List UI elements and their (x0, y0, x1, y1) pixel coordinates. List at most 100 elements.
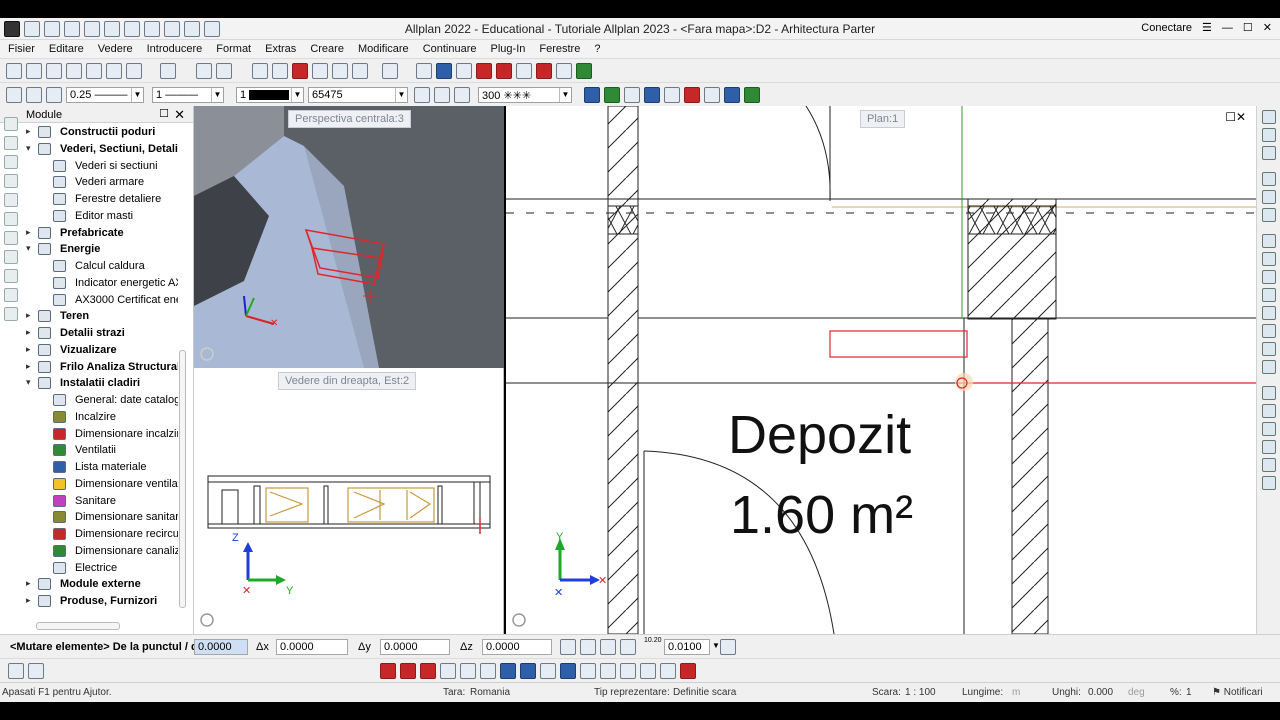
status-length-unit[interactable]: m (1012, 687, 1020, 698)
module-category[interactable]: ▸ Frilo Analiza Structurala (22, 359, 178, 376)
edit-tool-9-icon[interactable] (540, 663, 556, 679)
edit-tool-6-icon[interactable] (480, 663, 496, 679)
dz-input[interactable]: 0.0000 (482, 639, 552, 655)
right-tool-6-icon[interactable] (1262, 208, 1276, 222)
pen-tool-icon[interactable] (46, 87, 62, 103)
line-type-select[interactable]: 1 ——— ▼ (152, 87, 224, 103)
cancel-edit-icon[interactable] (680, 663, 696, 679)
right-tool-12-icon[interactable] (1262, 324, 1276, 338)
menu-plug-in[interactable]: Plug-In (483, 40, 532, 58)
right-tool-10-icon[interactable] (1262, 288, 1276, 302)
save-file-icon[interactable] (86, 63, 102, 79)
close-tool-icon[interactable] (744, 87, 760, 103)
snap-grid-icon[interactable] (580, 639, 596, 655)
side-tool-move-icon[interactable] (4, 212, 18, 226)
cube-icon[interactable] (352, 63, 368, 79)
module-item[interactable]: Dimensionare recircula (22, 526, 178, 543)
menu-vedere[interactable]: Vedere (90, 40, 139, 58)
dx-input[interactable]: 0.0000 (276, 639, 348, 655)
right-tool-17-icon[interactable] (1262, 422, 1276, 436)
side-tool-filter-icon[interactable] (4, 288, 18, 302)
module-item[interactable]: Dimensionare sanitare (22, 509, 178, 526)
module-item[interactable]: Dimensionare ventilati (22, 476, 178, 493)
collapsed-chevron-icon[interactable]: ▸ (26, 595, 31, 606)
expanded-chevron-icon[interactable]: ▾ (26, 143, 31, 154)
side-tool-grid-icon[interactable] (4, 250, 18, 264)
menu-introducere[interactable]: Introducere (139, 40, 209, 58)
collapsed-chevron-icon[interactable]: ▸ (26, 361, 31, 372)
right-tool-1-icon[interactable] (1262, 110, 1276, 124)
module-item[interactable]: Indicator energetic AX (22, 275, 178, 292)
drawing-files-icon[interactable] (26, 63, 42, 79)
print-icon[interactable] (84, 21, 100, 37)
window-icon[interactable] (476, 63, 492, 79)
module-item[interactable]: Ferestre detaliere (22, 191, 178, 208)
module-item[interactable]: Calcul caldura (22, 258, 178, 275)
cut-icon[interactable] (292, 63, 308, 79)
layers-icon[interactable] (1262, 234, 1276, 248)
opening-icon[interactable] (436, 63, 452, 79)
module-category[interactable]: ▾ Energie (22, 241, 178, 258)
right-tool-3-icon[interactable] (1262, 146, 1276, 160)
stair-icon[interactable] (536, 63, 552, 79)
edit-tool-8-icon[interactable] (520, 663, 536, 679)
module-category[interactable]: ▸ Module externe (22, 576, 178, 593)
right-elevation-viewport[interactable]: Vedere din dreapta, Est:2 Z Y ✕ (194, 368, 504, 634)
layer-select[interactable]: 65475 ▼ (308, 87, 408, 103)
expanded-chevron-icon[interactable]: ▾ (26, 377, 31, 388)
viewport-window-controls[interactable]: ☐✕ (1225, 110, 1246, 124)
edit-tool-10-icon[interactable] (560, 663, 576, 679)
notifications-button[interactable]: ⚑ Notificari (1212, 687, 1263, 698)
collapsed-chevron-icon[interactable]: ▸ (26, 578, 31, 589)
module-item[interactable]: Vederi armare (22, 174, 178, 191)
layer-lock-icon[interactable] (434, 87, 450, 103)
copy-icon[interactable] (272, 63, 288, 79)
module-category[interactable]: ▸ Vizualizare (22, 342, 178, 359)
right-tool-20-icon[interactable] (1262, 476, 1276, 490)
module-category[interactable]: ▸ Produse, Furnizori (22, 593, 178, 610)
roof-icon[interactable] (556, 63, 572, 79)
module-item[interactable]: General: date catalog, c (22, 392, 178, 409)
pen-thickness-select[interactable]: 0.25 ——— ▼ (66, 87, 144, 103)
account-button[interactable]: Conectare (1141, 22, 1192, 34)
layer-status-icon[interactable] (454, 87, 470, 103)
element-info-icon[interactable] (584, 87, 600, 103)
collapsed-chevron-icon[interactable]: ▸ (26, 344, 31, 355)
window-layout-icon[interactable] (184, 21, 200, 37)
modules-horizontal-scrollbar[interactable] (36, 622, 120, 630)
frame-icon[interactable] (724, 87, 740, 103)
dx-main-input[interactable]: 0.0000 (194, 639, 248, 655)
module-category[interactable]: ▸ Teren (22, 308, 178, 325)
snap-point-icon[interactable] (560, 639, 576, 655)
snap-line-icon[interactable] (620, 639, 636, 655)
maximize-button[interactable]: ☐ (1243, 21, 1253, 34)
right-tool-16-icon[interactable] (1262, 404, 1276, 418)
edit-tool-13-icon[interactable] (620, 663, 636, 679)
modules-tree-scrollbar-thumb[interactable] (179, 350, 186, 608)
refresh-icon[interactable] (144, 21, 160, 37)
menu-editare[interactable]: Editare (41, 40, 90, 58)
wall-icon[interactable] (416, 63, 432, 79)
undo-tool-icon[interactable] (196, 63, 212, 79)
side-tool-dim-icon[interactable] (4, 193, 18, 207)
module-item[interactable]: Sanitare (22, 493, 178, 510)
side-tool-text-icon[interactable] (4, 174, 18, 188)
format-pick-icon[interactable] (26, 87, 42, 103)
new-file-icon[interactable] (24, 21, 40, 37)
minimize-button[interactable]: — (1222, 22, 1233, 34)
right-tool-15-icon[interactable] (1262, 386, 1276, 400)
room-icon[interactable] (496, 63, 512, 79)
menu-modificare[interactable]: Modificare (350, 40, 415, 58)
module-item[interactable]: Incalzire (22, 409, 178, 426)
module-category[interactable]: ▸ Detalii strazi (22, 325, 178, 342)
navigation-icon-elevation[interactable] (200, 613, 214, 627)
menu-help[interactable]: ? (586, 40, 606, 58)
layer-visibility-icon[interactable] (414, 87, 430, 103)
surface-icon[interactable] (704, 87, 720, 103)
collapsed-chevron-icon[interactable]: ▸ (26, 227, 31, 238)
redo-tool-icon[interactable] (216, 63, 232, 79)
status-scale-value[interactable]: 1 : 100 (905, 687, 936, 698)
format-brush-icon[interactable] (6, 87, 22, 103)
settings-icon[interactable] (164, 21, 180, 37)
delete-icon[interactable] (252, 63, 268, 79)
